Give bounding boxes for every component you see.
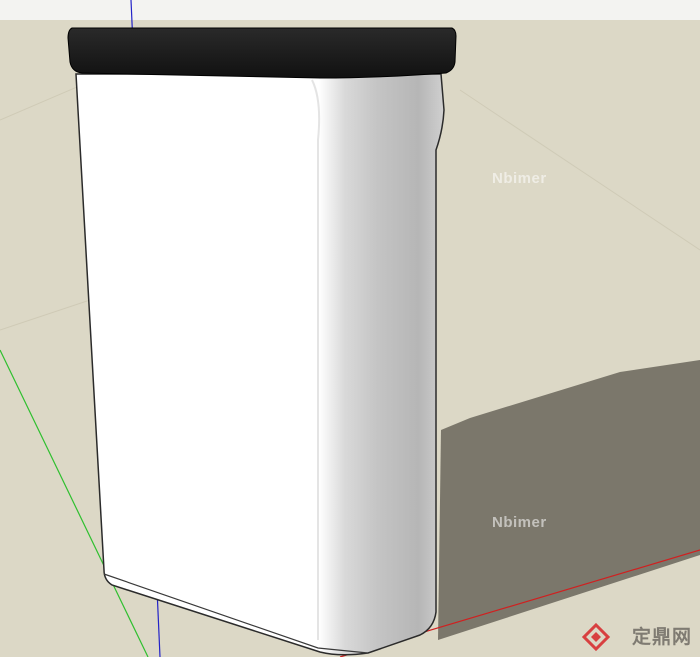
watermark: Nbimer xyxy=(148,170,203,187)
watermark: Nbimer xyxy=(492,514,547,531)
watermark: Nbimer xyxy=(492,170,547,187)
scene-canvas[interactable] xyxy=(0,0,700,657)
object-body[interactable] xyxy=(75,73,445,656)
watermark: Nbimer xyxy=(148,514,203,531)
sky xyxy=(0,0,700,20)
site-logo[interactable]: 定鼎网 xyxy=(632,622,692,649)
object-cap[interactable] xyxy=(67,27,457,79)
sketchup-viewport[interactable]: Nbimer Nbimer Nbimer Nbimer 定鼎网 xyxy=(0,0,700,657)
logo-text: 定鼎网 xyxy=(631,626,692,648)
